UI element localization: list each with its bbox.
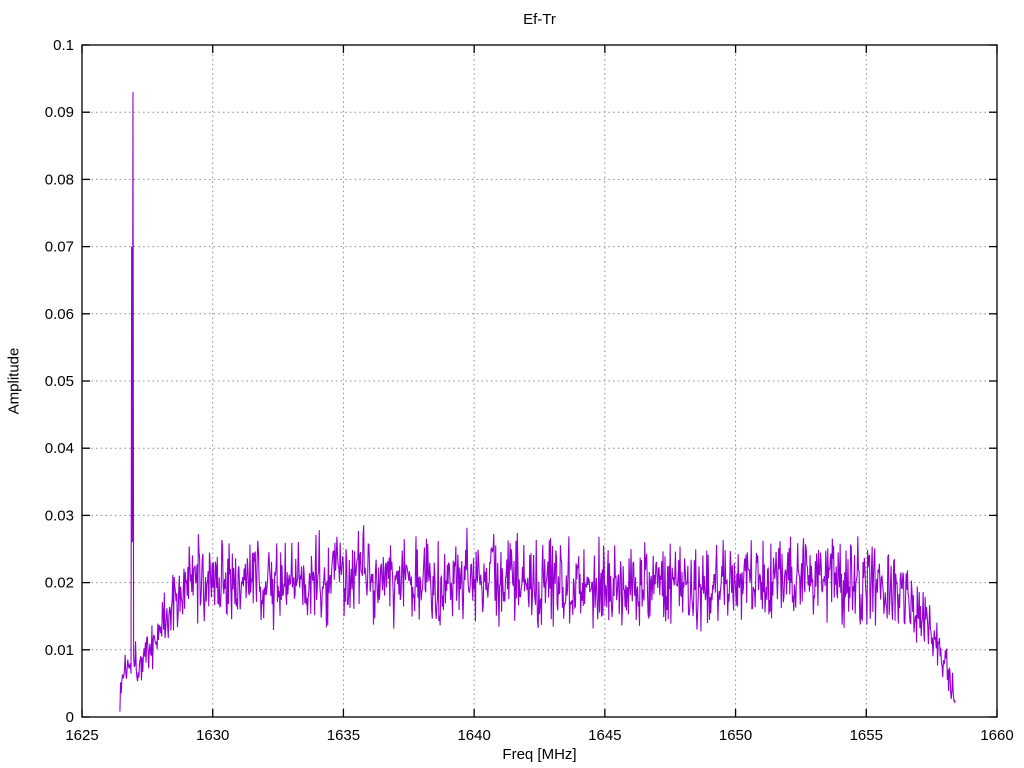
y-tick-label: 0.09 [45, 104, 74, 121]
x-tick-label: 1640 [457, 727, 490, 744]
y-tick-label: 0.07 [45, 239, 74, 256]
x-tick-label: 1635 [327, 727, 360, 744]
y-tick-label: 0 [66, 709, 74, 726]
x-tick-label: 1625 [65, 727, 98, 744]
x-tick-label: 1660 [980, 727, 1013, 744]
plot-canvas: 1625 1630 1635 1640 1645 1650 1655 1660 0 0.01 0.0… [45, 37, 1014, 744]
y-tick-label: 0.08 [45, 171, 74, 188]
y-tick-label: 0.05 [45, 373, 74, 390]
y-tick-label: 0.1 [53, 37, 74, 54]
chart-window: Ef-Tr Amplitude Freq [MHz] 1625 1630 1635 1… [0, 0, 1024, 768]
y-tick-label: 0.01 [45, 642, 74, 659]
x-tick-label: 1655 [850, 727, 883, 744]
x-tick-label: 1630 [196, 727, 229, 744]
y-tick-label: 0.02 [45, 575, 74, 592]
y-tick-label: 0.06 [45, 306, 74, 323]
x-tick-label: 1645 [588, 727, 621, 744]
y-tick-label: 0.03 [45, 507, 74, 524]
x-tick-label: 1650 [719, 727, 752, 744]
tick-labels: 1625 1630 1635 1640 1645 1650 1655 1660 0 0.01 0.0… [45, 37, 1014, 744]
y-tick-label: 0.04 [45, 440, 74, 457]
series-line-ef-tr [119, 92, 956, 712]
